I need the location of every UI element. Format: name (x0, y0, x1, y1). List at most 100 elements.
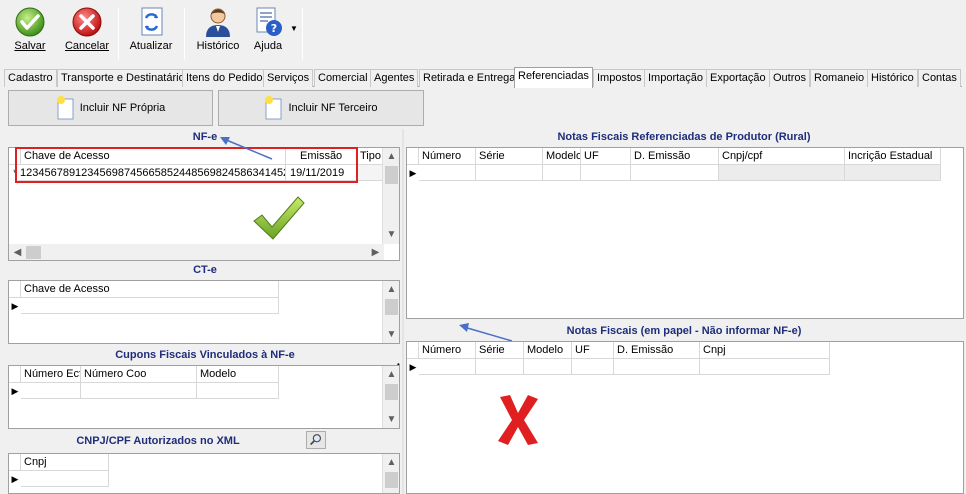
produtor-header-uf[interactable]: UF (581, 148, 631, 165)
nfe-cell-tipo[interactable] (357, 165, 384, 181)
scroll-down-icon[interactable]: ▼ (383, 226, 399, 243)
cte-cell-chave[interactable] (21, 298, 279, 314)
scroll-right-icon[interactable]: ▶ (367, 244, 384, 260)
tab-contas[interactable]: Contas (918, 69, 961, 87)
cte-vscroll[interactable]: ▲ ▼ (382, 281, 399, 343)
atualizar-button[interactable]: Atualizar (126, 6, 176, 62)
tab-retirada-entrega[interactable]: Retirada e Entrega (419, 69, 520, 87)
scroll-down-icon[interactable]: ▼ (383, 411, 399, 428)
cupons-grid[interactable]: Número Ecf Número Coo Modelo ▶ ▲ ▼ (8, 365, 400, 429)
cnpj-header[interactable]: Cnpj (21, 454, 109, 471)
tab-importacao[interactable]: Importação (644, 69, 708, 87)
produtor-header-serie[interactable]: Série (476, 148, 543, 165)
nfe-vscroll[interactable]: ▲ ▼ (382, 148, 399, 244)
cnpj-title: CNPJ/CPF Autorizados no XML (76, 435, 240, 447)
tab-exportacao[interactable]: Exportação (706, 69, 770, 87)
nfe-header-tipo[interactable]: Tipo (357, 148, 384, 165)
scroll-left-icon[interactable]: ◀ (9, 244, 26, 260)
cnpj-grid[interactable]: Cnpj ▶ ▲ (8, 453, 400, 494)
papel-cell[interactable] (524, 359, 572, 375)
cancel-circle-icon (72, 7, 102, 37)
tab-historico[interactable]: Histórico (867, 69, 918, 87)
cupons-header-coo[interactable]: Número Coo (81, 366, 197, 383)
check-circle-icon (15, 7, 45, 37)
papel-cell[interactable] (476, 359, 524, 375)
scroll-thumb[interactable] (26, 246, 41, 259)
tab-referenciadas[interactable]: Referenciadas (514, 67, 593, 88)
tab-romaneio[interactable]: Romaneio (810, 69, 869, 87)
scroll-thumb[interactable] (385, 384, 398, 400)
papel-cell[interactable] (700, 359, 830, 375)
panel-splitter[interactable] (402, 129, 404, 494)
ajuda-button[interactable]: ? Ajuda (248, 6, 288, 62)
tab-comercial[interactable]: Comercial (314, 69, 372, 87)
dropdown-arrow-icon[interactable]: ▼ (290, 24, 298, 33)
cnpj-vscroll[interactable]: ▲ (382, 454, 399, 493)
salvar-button[interactable]: Salvar (8, 6, 52, 62)
papel-cell[interactable] (614, 359, 700, 375)
produtor-cell[interactable] (719, 165, 845, 181)
current-row-indicator: ▶ (409, 168, 417, 178)
tab-outros[interactable]: Outros (769, 69, 811, 87)
tab-impostos[interactable]: Impostos (593, 69, 646, 87)
historico-button[interactable]: Histórico (194, 6, 242, 62)
tab-cadastro[interactable]: Cadastro (4, 69, 57, 87)
cupons-vscroll[interactable]: ▲ ▼ (382, 366, 399, 428)
produtor-header-modelo[interactable]: Modelo (543, 148, 581, 165)
produtor-grid[interactable]: Número Série Modelo UF D. Emissão Cnpj/c… (406, 147, 964, 319)
cupons-cell[interactable] (21, 383, 81, 399)
papel-header-emissao[interactable]: D. Emissão (614, 342, 700, 359)
tab-itens-pedido[interactable]: Itens do Pedido (182, 69, 267, 87)
cnpj-cell[interactable] (21, 471, 109, 487)
incluir-nf-propria-button[interactable]: Incluir NF Própria (8, 90, 213, 126)
cancelar-button[interactable]: Cancelar (62, 6, 112, 62)
cte-header-chave[interactable]: Chave de Acesso (21, 281, 279, 298)
papel-header-modelo[interactable]: Modelo (524, 342, 572, 359)
toolbar: Salvar Cancelar Atualizar Histórico ? Aj… (0, 0, 966, 66)
tab-agentes[interactable]: Agentes (370, 69, 419, 87)
papel-header-uf[interactable]: UF (572, 342, 614, 359)
cupons-cell[interactable] (197, 383, 279, 399)
incluir-nf-terceiro-button[interactable]: Incluir NF Terceiro (218, 90, 424, 126)
ajuda-label: Ajuda (253, 40, 283, 52)
produtor-header-cnpj[interactable]: Cnpj/cpf (719, 148, 845, 165)
produtor-cell[interactable] (631, 165, 719, 181)
scroll-thumb[interactable] (385, 166, 398, 184)
help-document-icon: ? (256, 7, 282, 36)
papel-grid[interactable]: Número Série Modelo UF D. Emissão Cnpj ▶ (406, 341, 964, 494)
tab-servicos[interactable]: Serviços (263, 69, 314, 87)
nfe-title: NF-e (192, 131, 218, 143)
produtor-cell[interactable] (845, 165, 941, 181)
scroll-thumb[interactable] (385, 472, 398, 488)
tab-transporte[interactable]: Transporte e Destinatário (57, 69, 189, 87)
produtor-header-ie[interactable]: Incrição Estadual (845, 148, 941, 165)
incluir-nf-propria-label: Incluir NF Própria (79, 102, 166, 114)
produtor-cell[interactable] (581, 165, 631, 181)
scroll-up-icon[interactable]: ▲ (383, 281, 399, 298)
scroll-down-icon[interactable]: ▼ (383, 326, 399, 343)
cnpj-search-button[interactable] (306, 431, 326, 449)
produtor-header-numero[interactable]: Número (419, 148, 476, 165)
produtor-cell[interactable] (543, 165, 581, 181)
papel-header-serie[interactable]: Série (476, 342, 524, 359)
cancelar-label: Cancelar (64, 40, 110, 52)
cupons-header-ecf[interactable]: Número Ecf (21, 366, 81, 383)
scroll-up-icon[interactable]: ▲ (383, 366, 399, 383)
cupons-cell[interactable] (81, 383, 197, 399)
produtor-title: Notas Fiscais Referenciadas de Produtor … (557, 131, 811, 143)
produtor-cell[interactable] (476, 165, 543, 181)
scroll-up-icon[interactable]: ▲ (383, 148, 399, 165)
cte-grid[interactable]: Chave de Acesso ▶ ▲ ▼ (8, 280, 400, 344)
scroll-up-icon[interactable]: ▲ (383, 454, 399, 471)
scroll-thumb[interactable] (385, 299, 398, 315)
papel-header-numero[interactable]: Número (419, 342, 476, 359)
nfe-hscroll[interactable]: ◀ ▶ (9, 244, 384, 260)
papel-cell[interactable] (572, 359, 614, 375)
papel-cell[interactable] (419, 359, 476, 375)
produtor-header-emissao[interactable]: D. Emissão (631, 148, 719, 165)
red-x-icon (498, 395, 538, 445)
produtor-cell[interactable] (419, 165, 476, 181)
papel-header-cnpj[interactable]: Cnpj (700, 342, 830, 359)
refresh-document-icon (141, 7, 163, 36)
cupons-header-modelo[interactable]: Modelo (197, 366, 279, 383)
